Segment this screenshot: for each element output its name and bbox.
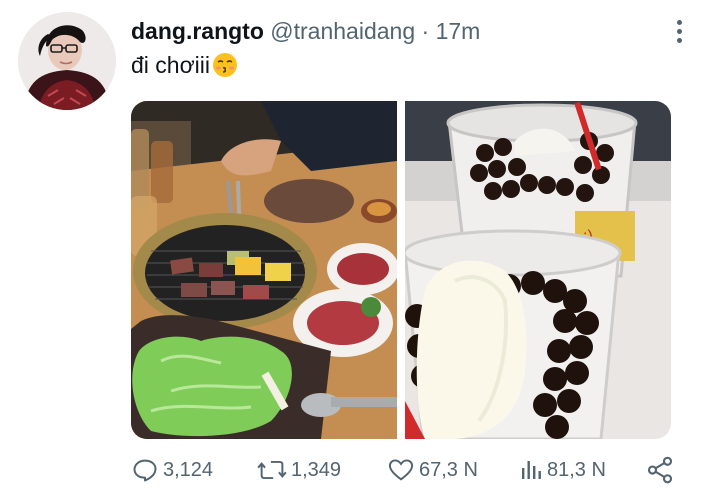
tweet-text-content: đi chơiii [131,52,210,78]
tweet-text: đi chơiii [131,52,238,79]
ice-cream-boba-photo[interactable]: :) [405,101,671,439]
views-button[interactable]: 81,3 N [519,452,606,488]
reply-count: 3,124 [163,458,214,481]
heart-icon [388,459,414,481]
retweet-count: 1,349 [291,458,342,481]
user-handle[interactable]: @tranhaidang [270,18,415,44]
action-bar: 3,124 1,349 67,3 N 81,3 N [131,452,691,488]
reply-button[interactable]: 3,124 [131,452,213,488]
views-chart-icon [522,461,541,479]
user-avatar-photo [18,12,116,110]
share-button[interactable] [645,452,679,488]
kissing-face-emoji [213,53,237,77]
reply-icon [133,459,157,482]
more-options-icon[interactable] [669,20,689,46]
display-name[interactable]: dang.rangto [131,18,264,44]
tweet-header: dang.rangto @tranhaidang · 17m [131,18,480,45]
grill-bbq-photo[interactable] [131,101,397,439]
retweet-icon [257,460,287,480]
like-count: 67,3 N [419,458,478,481]
retweet-button[interactable]: 1,349 [257,452,341,488]
like-button[interactable]: 67,3 N [387,452,478,488]
avatar[interactable] [18,12,116,110]
separator-dot: · [421,18,430,44]
media-grid[interactable]: :) [131,101,671,439]
timestamp[interactable]: 17m [436,18,481,44]
share-icon [647,456,673,484]
views-count: 81,3 N [547,458,606,481]
